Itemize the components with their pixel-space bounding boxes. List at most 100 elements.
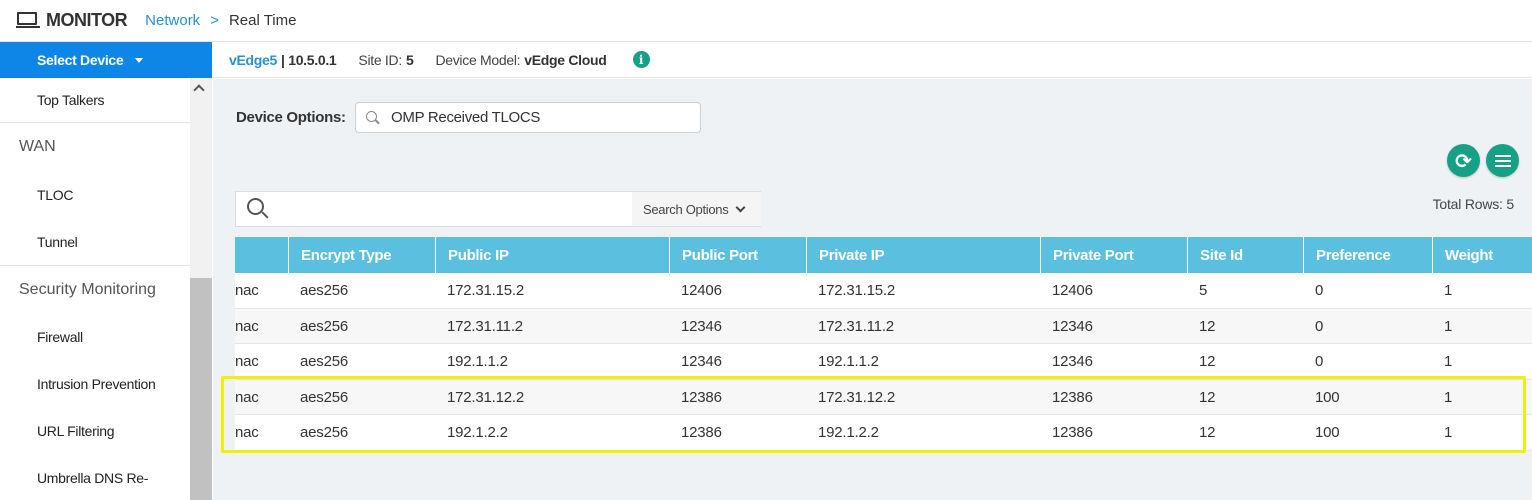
table-cell: 172.31.11.2 <box>447 317 523 335</box>
column-header-private-ip[interactable]: Private IP <box>806 237 1040 273</box>
table-cell: 0 <box>1315 353 1324 371</box>
table-cell: 12386 <box>681 424 722 442</box>
sidebar-section-security-monitoring: Security Monitoring <box>0 265 190 313</box>
table-cell: aes256 <box>300 317 349 335</box>
select-device-dropdown[interactable]: Select Device <box>0 42 212 78</box>
sidebar-item-tloc[interactable]: TLOC <box>0 171 190 218</box>
table-cell: nac <box>235 317 259 335</box>
top-header: MONITOR Network > Real Time <box>0 0 1532 42</box>
table-cell: 12 <box>1199 388 1216 406</box>
table-cell: 12346 <box>681 317 722 335</box>
column-header-site-id[interactable]: Site Id <box>1187 237 1303 273</box>
refresh-icon: ⟳ <box>1455 148 1472 173</box>
table-cell: 172.31.11.2 <box>818 317 894 335</box>
column-header-public-ip[interactable]: Public IP <box>435 237 669 273</box>
table-cell: 12 <box>1199 353 1216 371</box>
monitor-icon <box>16 11 40 31</box>
sidebar-item-firewall[interactable]: Firewall <box>0 313 190 360</box>
tloc-table: Encrypt Type Public IP Public Port Private … <box>235 237 1532 451</box>
table-cell: 1 <box>1444 317 1453 335</box>
column-header-weight[interactable]: Weight <box>1432 237 1532 273</box>
table-header-row: Encrypt Type Public IP Public Port Private … <box>235 237 1532 273</box>
page-title: MONITOR <box>46 10 128 30</box>
main-content: Device Options: OMP Received TLOCS ⟳ Sea… <box>213 79 1532 500</box>
table-row[interactable]: nac aes256 172.31.11.2 12346 172.31.11.2 1234… <box>235 308 1532 345</box>
table-cell: 1 <box>1444 388 1453 406</box>
table-search-bar: Search Options <box>235 191 761 227</box>
table-cell: 12346 <box>1052 353 1093 371</box>
table-row[interactable]: nac aes256 192.1.2.2 12386 192.1.2.2 12386 12 1… <box>235 415 1532 451</box>
table-cell: 0 <box>1315 282 1324 299</box>
column-header-preference[interactable]: Preference <box>1303 237 1432 273</box>
device-ip: | 10.5.0.1 <box>281 51 337 68</box>
table-row[interactable]: nac aes256 172.31.15.2 12406 172.31.15.2 1240… <box>235 273 1532 309</box>
column-header-private-port[interactable]: Private Port <box>1040 237 1187 273</box>
table-row[interactable]: nac aes256 172.31.12.2 12386 172.31.12.2 1238… <box>235 379 1532 416</box>
table-cell: 172.31.12.2 <box>818 388 896 406</box>
table-cell: nac <box>235 388 259 406</box>
table-cell: 12386 <box>681 388 722 406</box>
chevron-down-icon <box>735 202 746 212</box>
table-row[interactable]: nac aes256 192.1.1.2 12346 192.1.1.2 12346 12 0… <box>235 344 1532 380</box>
column-header-name[interactable] <box>235 237 288 273</box>
table-cell: aes256 <box>300 388 349 406</box>
scroll-up-icon[interactable] <box>193 84 205 96</box>
table-body: nac aes256 172.31.15.2 12406 172.31.15.2 1240… <box>235 273 1532 451</box>
sidebar-item-label: Firewall <box>37 328 83 345</box>
table-cell: 12346 <box>681 353 722 371</box>
table-cell: 100 <box>1315 424 1340 442</box>
search-icon <box>366 110 380 125</box>
sidebar-item-url-filtering[interactable]: URL Filtering <box>0 407 190 454</box>
hamburger-icon <box>1494 154 1511 167</box>
table-cell: nac <box>235 282 259 299</box>
column-header-encrypt-type[interactable]: Encrypt Type <box>288 237 435 273</box>
table-cell: aes256 <box>300 424 349 442</box>
site-id-value: 5 <box>405 51 414 68</box>
select-device-label: Select Device <box>37 52 124 68</box>
device-name-link[interactable]: vEdge5 <box>229 52 277 68</box>
breadcrumb-network-link[interactable]: Network <box>145 12 200 29</box>
table-cell: aes256 <box>300 282 349 299</box>
device-model-label: Device Model: <box>435 51 521 68</box>
info-icon[interactable]: i <box>632 51 650 68</box>
sidebar-item-tunnel[interactable]: Tunnel <box>0 218 190 265</box>
table-cell: 12386 <box>1052 424 1093 442</box>
caret-down-icon <box>135 57 144 63</box>
sidebar-item-label: Tunnel <box>37 233 78 250</box>
device-info-bar: vEdge5 | 10.5.0.1 Site ID: 5 Device Model… <box>213 42 1532 78</box>
table-cell: 192.1.2.2 <box>818 424 879 442</box>
device-options-select[interactable]: OMP Received TLOCS <box>355 102 701 133</box>
menu-button[interactable] <box>1486 144 1519 177</box>
table-cell: 5 <box>1199 282 1208 299</box>
scrollbar-thumb[interactable] <box>190 278 212 500</box>
sidebar-section-wan: WAN <box>0 123 190 171</box>
table-cell: 192.1.2.2 <box>447 424 508 442</box>
table-cell: 12406 <box>681 282 722 299</box>
sidebar-scrollbar[interactable] <box>190 78 212 500</box>
sidebar-section-label: Security Monitoring <box>19 280 156 298</box>
table-cell: nac <box>235 424 259 442</box>
sidebar-item-label: TLOC <box>37 186 74 203</box>
sidebar-item-intrusion-prevention[interactable]: Intrusion Prevention <box>0 360 190 407</box>
table-search-input[interactable] <box>277 194 627 224</box>
table-cell: 12406 <box>1052 282 1093 299</box>
search-options-dropdown[interactable]: Search Options <box>632 192 761 226</box>
table-cell: 12 <box>1199 424 1216 442</box>
site-id-label: Site ID: <box>358 51 402 68</box>
table-cell: 100 <box>1315 388 1340 406</box>
sidebar-section-label: WAN <box>19 138 56 155</box>
breadcrumb-current: Real Time <box>228 12 297 29</box>
table-cell: 172.31.15.2 <box>447 282 525 299</box>
sidebar-item-top-talkers[interactable]: Top Talkers <box>0 78 190 123</box>
table-cell: aes256 <box>300 353 349 371</box>
column-header-public-port[interactable]: Public Port <box>669 237 806 273</box>
table-cell: 1 <box>1444 282 1453 299</box>
refresh-button[interactable]: ⟳ <box>1447 144 1480 177</box>
table-cell: 0 <box>1315 317 1324 335</box>
sidebar-item-label: Umbrella DNS Re- <box>37 469 149 486</box>
sidebar-item-umbrella-dns[interactable]: Umbrella DNS Re- <box>0 454 190 500</box>
device-options-value: OMP Received TLOCS <box>391 109 541 126</box>
site-id: Site ID: 5 <box>358 52 413 68</box>
table-cell: 172.31.12.2 <box>447 388 525 406</box>
table-cell: 192.1.1.2 <box>818 353 879 371</box>
